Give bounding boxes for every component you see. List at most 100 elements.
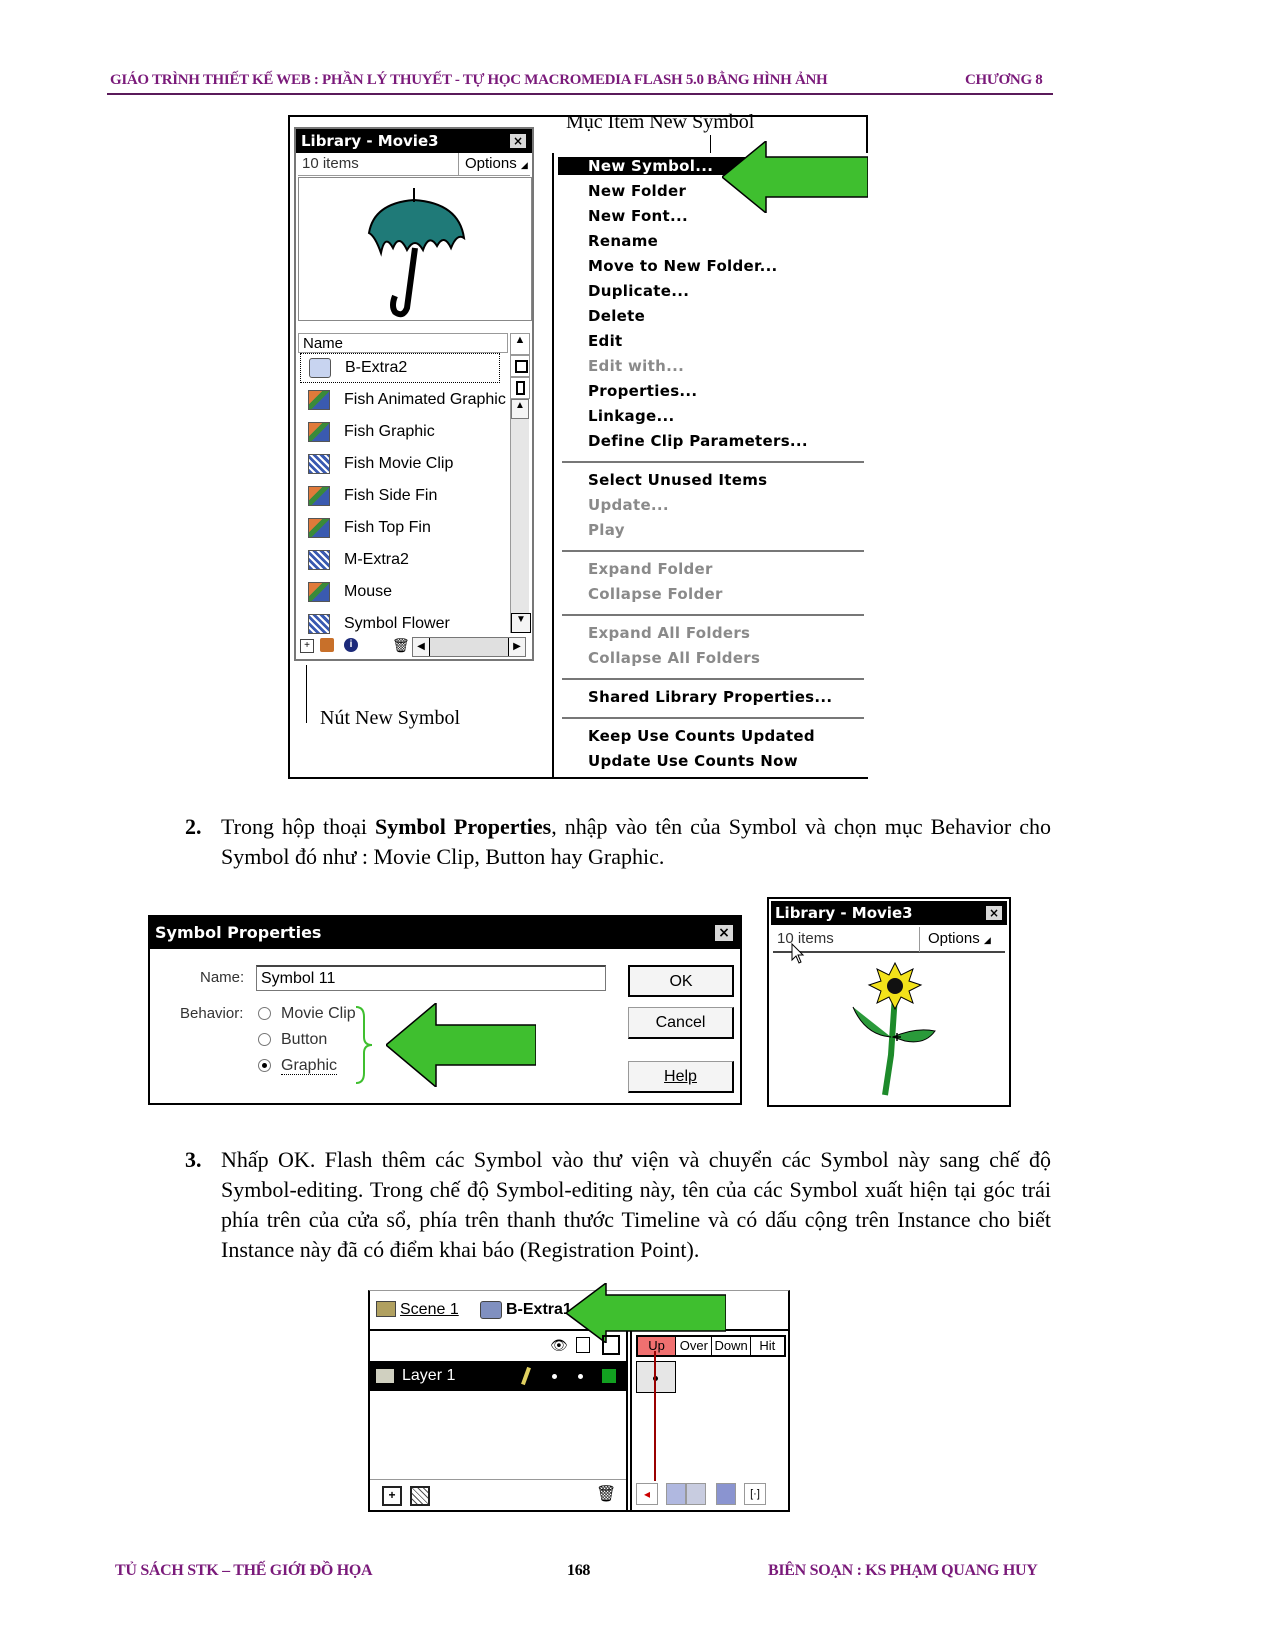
- step-2-paragraph: 2. Trong hộp thoại Symbol Properties, nh…: [185, 814, 1051, 869]
- graphic-symbol-icon: [308, 422, 330, 442]
- modify-onion-markers-icon[interactable]: [·]: [744, 1483, 766, 1505]
- add-layer-icon[interactable]: +: [382, 1486, 402, 1506]
- frame-up[interactable]: Up: [638, 1337, 677, 1355]
- close-button[interactable]: ×: [509, 133, 527, 149]
- menu-item-duplicate[interactable]: Duplicate...: [588, 282, 689, 300]
- help-button[interactable]: Help: [628, 1061, 734, 1093]
- close-button[interactable]: ×: [714, 924, 734, 942]
- narrow-state-button[interactable]: [510, 377, 530, 399]
- layer-row[interactable]: Layer 1: [370, 1361, 626, 1391]
- keyframe-cell[interactable]: [636, 1361, 676, 1393]
- radio-button[interactable]: Button: [258, 1031, 327, 1049]
- library-item[interactable]: Mouse: [308, 577, 392, 607]
- library-item[interactable]: Fish Top Fin: [308, 513, 431, 543]
- frame-over[interactable]: Over: [676, 1337, 713, 1355]
- footer-left: TỦ SÁCH STK – THẾ GIỚI ĐỒ HỌA: [115, 1562, 373, 1579]
- library-item[interactable]: Fish Animated Graphic: [308, 385, 506, 415]
- options-menu-button[interactable]: Options ◢: [919, 927, 1008, 952]
- menu-separator: [562, 461, 864, 463]
- edit-multiple-frames-icon[interactable]: [716, 1483, 736, 1505]
- dialog-name-bold: Symbol Properties: [375, 814, 552, 839]
- menu-item-new-folder[interactable]: New Folder: [588, 182, 686, 200]
- scroll-right-arrow[interactable]: ▶: [508, 638, 525, 656]
- ok-button[interactable]: OK: [628, 965, 734, 997]
- scroll-down-arrow[interactable]: ▼: [511, 613, 531, 633]
- figure-library-menu: Library - Movie3 × 10 items Options ◢ Na…: [288, 111, 868, 779]
- item-count: 10 items: [302, 155, 359, 172]
- triangle-icon: ◢: [983, 935, 991, 945]
- radio-graphic[interactable]: Graphic: [258, 1057, 338, 1075]
- callout-new-symbol-item: Mục Item New Symbol: [566, 111, 755, 133]
- callout-new-symbol-button: Nút New Symbol: [320, 707, 460, 729]
- menu-item-properties[interactable]: Properties...: [588, 382, 697, 400]
- menu-item-play: Play: [588, 521, 625, 539]
- visible-dot-icon[interactable]: [552, 1374, 557, 1379]
- playhead-line[interactable]: [654, 1351, 656, 1481]
- preview-pane: [298, 177, 532, 321]
- menu-separator: [562, 614, 864, 616]
- dialog-titlebar: Symbol Properties ×: [150, 917, 740, 949]
- onion-skin-icon[interactable]: [666, 1483, 686, 1505]
- library-item[interactable]: Fish Movie Clip: [308, 449, 453, 479]
- library-item[interactable]: Fish Side Fin: [308, 481, 437, 511]
- sort-order-button[interactable]: ▲: [510, 333, 530, 355]
- radio-selected-icon: [258, 1059, 271, 1073]
- vertical-scrollbar[interactable]: ▲ ▼: [510, 399, 531, 633]
- layer-color-swatch[interactable]: [602, 1369, 616, 1383]
- menu-item-new-font[interactable]: New Font...: [588, 207, 688, 225]
- onion-skin-outline-icon[interactable]: [686, 1483, 706, 1505]
- new-folder-icon[interactable]: [320, 638, 334, 652]
- trash-icon[interactable]: 🗑: [596, 1484, 616, 1504]
- add-guide-layer-icon[interactable]: [410, 1486, 430, 1506]
- column-header-name[interactable]: Name: [298, 333, 508, 353]
- radio-icon: [258, 1033, 271, 1047]
- frame-hit[interactable]: Hit: [751, 1337, 784, 1355]
- menu-item-edit[interactable]: Edit: [588, 332, 623, 350]
- horizontal-scrollbar[interactable]: ◀ ▶: [412, 637, 526, 657]
- library-toolbar: + i 🗑 ◀ ▶: [298, 635, 528, 657]
- cancel-button[interactable]: Cancel: [628, 1007, 734, 1039]
- menu-item-move-to-new-folder[interactable]: Move to New Folder...: [588, 257, 778, 275]
- menu-item-select-unused-items[interactable]: Select Unused Items: [588, 471, 767, 489]
- outline-icon[interactable]: [602, 1335, 620, 1355]
- frame-labels: Up Over Down Hit: [636, 1335, 786, 1357]
- menu-item-update-use-counts-now[interactable]: Update Use Counts Now: [588, 752, 798, 770]
- wide-state-button[interactable]: [510, 355, 530, 377]
- menu-item-linkage[interactable]: Linkage...: [588, 407, 674, 425]
- menu-item-shared-library-properties[interactable]: Shared Library Properties...: [588, 688, 832, 706]
- library-item[interactable]: M-Extra2: [308, 545, 409, 575]
- menu-separator: [562, 550, 864, 552]
- new-symbol-button[interactable]: +: [300, 639, 314, 653]
- options-label: Options: [928, 930, 980, 947]
- layer-icon: [376, 1369, 394, 1383]
- layer-header: 👁: [370, 1331, 626, 1359]
- options-menu-button[interactable]: Options ◢: [458, 153, 535, 176]
- menu-item-define-clip-parameters[interactable]: Define Clip Parameters...: [588, 432, 808, 450]
- menu-item-rename[interactable]: Rename: [588, 232, 658, 250]
- properties-icon[interactable]: i: [344, 638, 358, 652]
- scene-link[interactable]: Scene 1: [400, 1301, 459, 1319]
- running-header-title: GIÁO TRÌNH THIẾT KẾ WEB : PHẦN LÝ THUYẾT…: [110, 72, 828, 88]
- frame-down[interactable]: Down: [712, 1337, 751, 1355]
- radio-movie-clip[interactable]: Movie Clip: [258, 1005, 356, 1023]
- library-title: Library - Movie3: [301, 132, 439, 150]
- library-item[interactable]: B-Extra2: [300, 353, 500, 383]
- name-input[interactable]: Symbol 11: [256, 965, 606, 991]
- step-number: 3.: [185, 1147, 202, 1172]
- center-frame-icon[interactable]: ◂: [636, 1483, 658, 1505]
- graphic-symbol-icon: [308, 582, 330, 602]
- brace-icon: [355, 1006, 373, 1084]
- callout-leader-line: [306, 665, 307, 723]
- library-item[interactable]: Fish Graphic: [308, 417, 435, 447]
- scroll-up-arrow[interactable]: ▲: [511, 399, 529, 419]
- lock-dot-icon[interactable]: [578, 1374, 583, 1379]
- scroll-left-arrow[interactable]: ◀: [413, 638, 430, 656]
- trash-icon[interactable]: 🗑: [392, 637, 410, 654]
- library-options-menu: New Symbol... New Folder New Font... Rename…: [552, 153, 868, 777]
- eye-icon[interactable]: 👁: [550, 1337, 568, 1354]
- lock-icon[interactable]: [576, 1337, 590, 1353]
- timeline-figure: Scene 1 B-Extra1 👁 Layer 1 Up Over Down …: [368, 1283, 790, 1512]
- menu-item-keep-use-counts-updated[interactable]: Keep Use Counts Updated: [588, 727, 815, 745]
- menu-item-delete[interactable]: Delete: [588, 307, 645, 325]
- close-button[interactable]: ×: [985, 905, 1003, 921]
